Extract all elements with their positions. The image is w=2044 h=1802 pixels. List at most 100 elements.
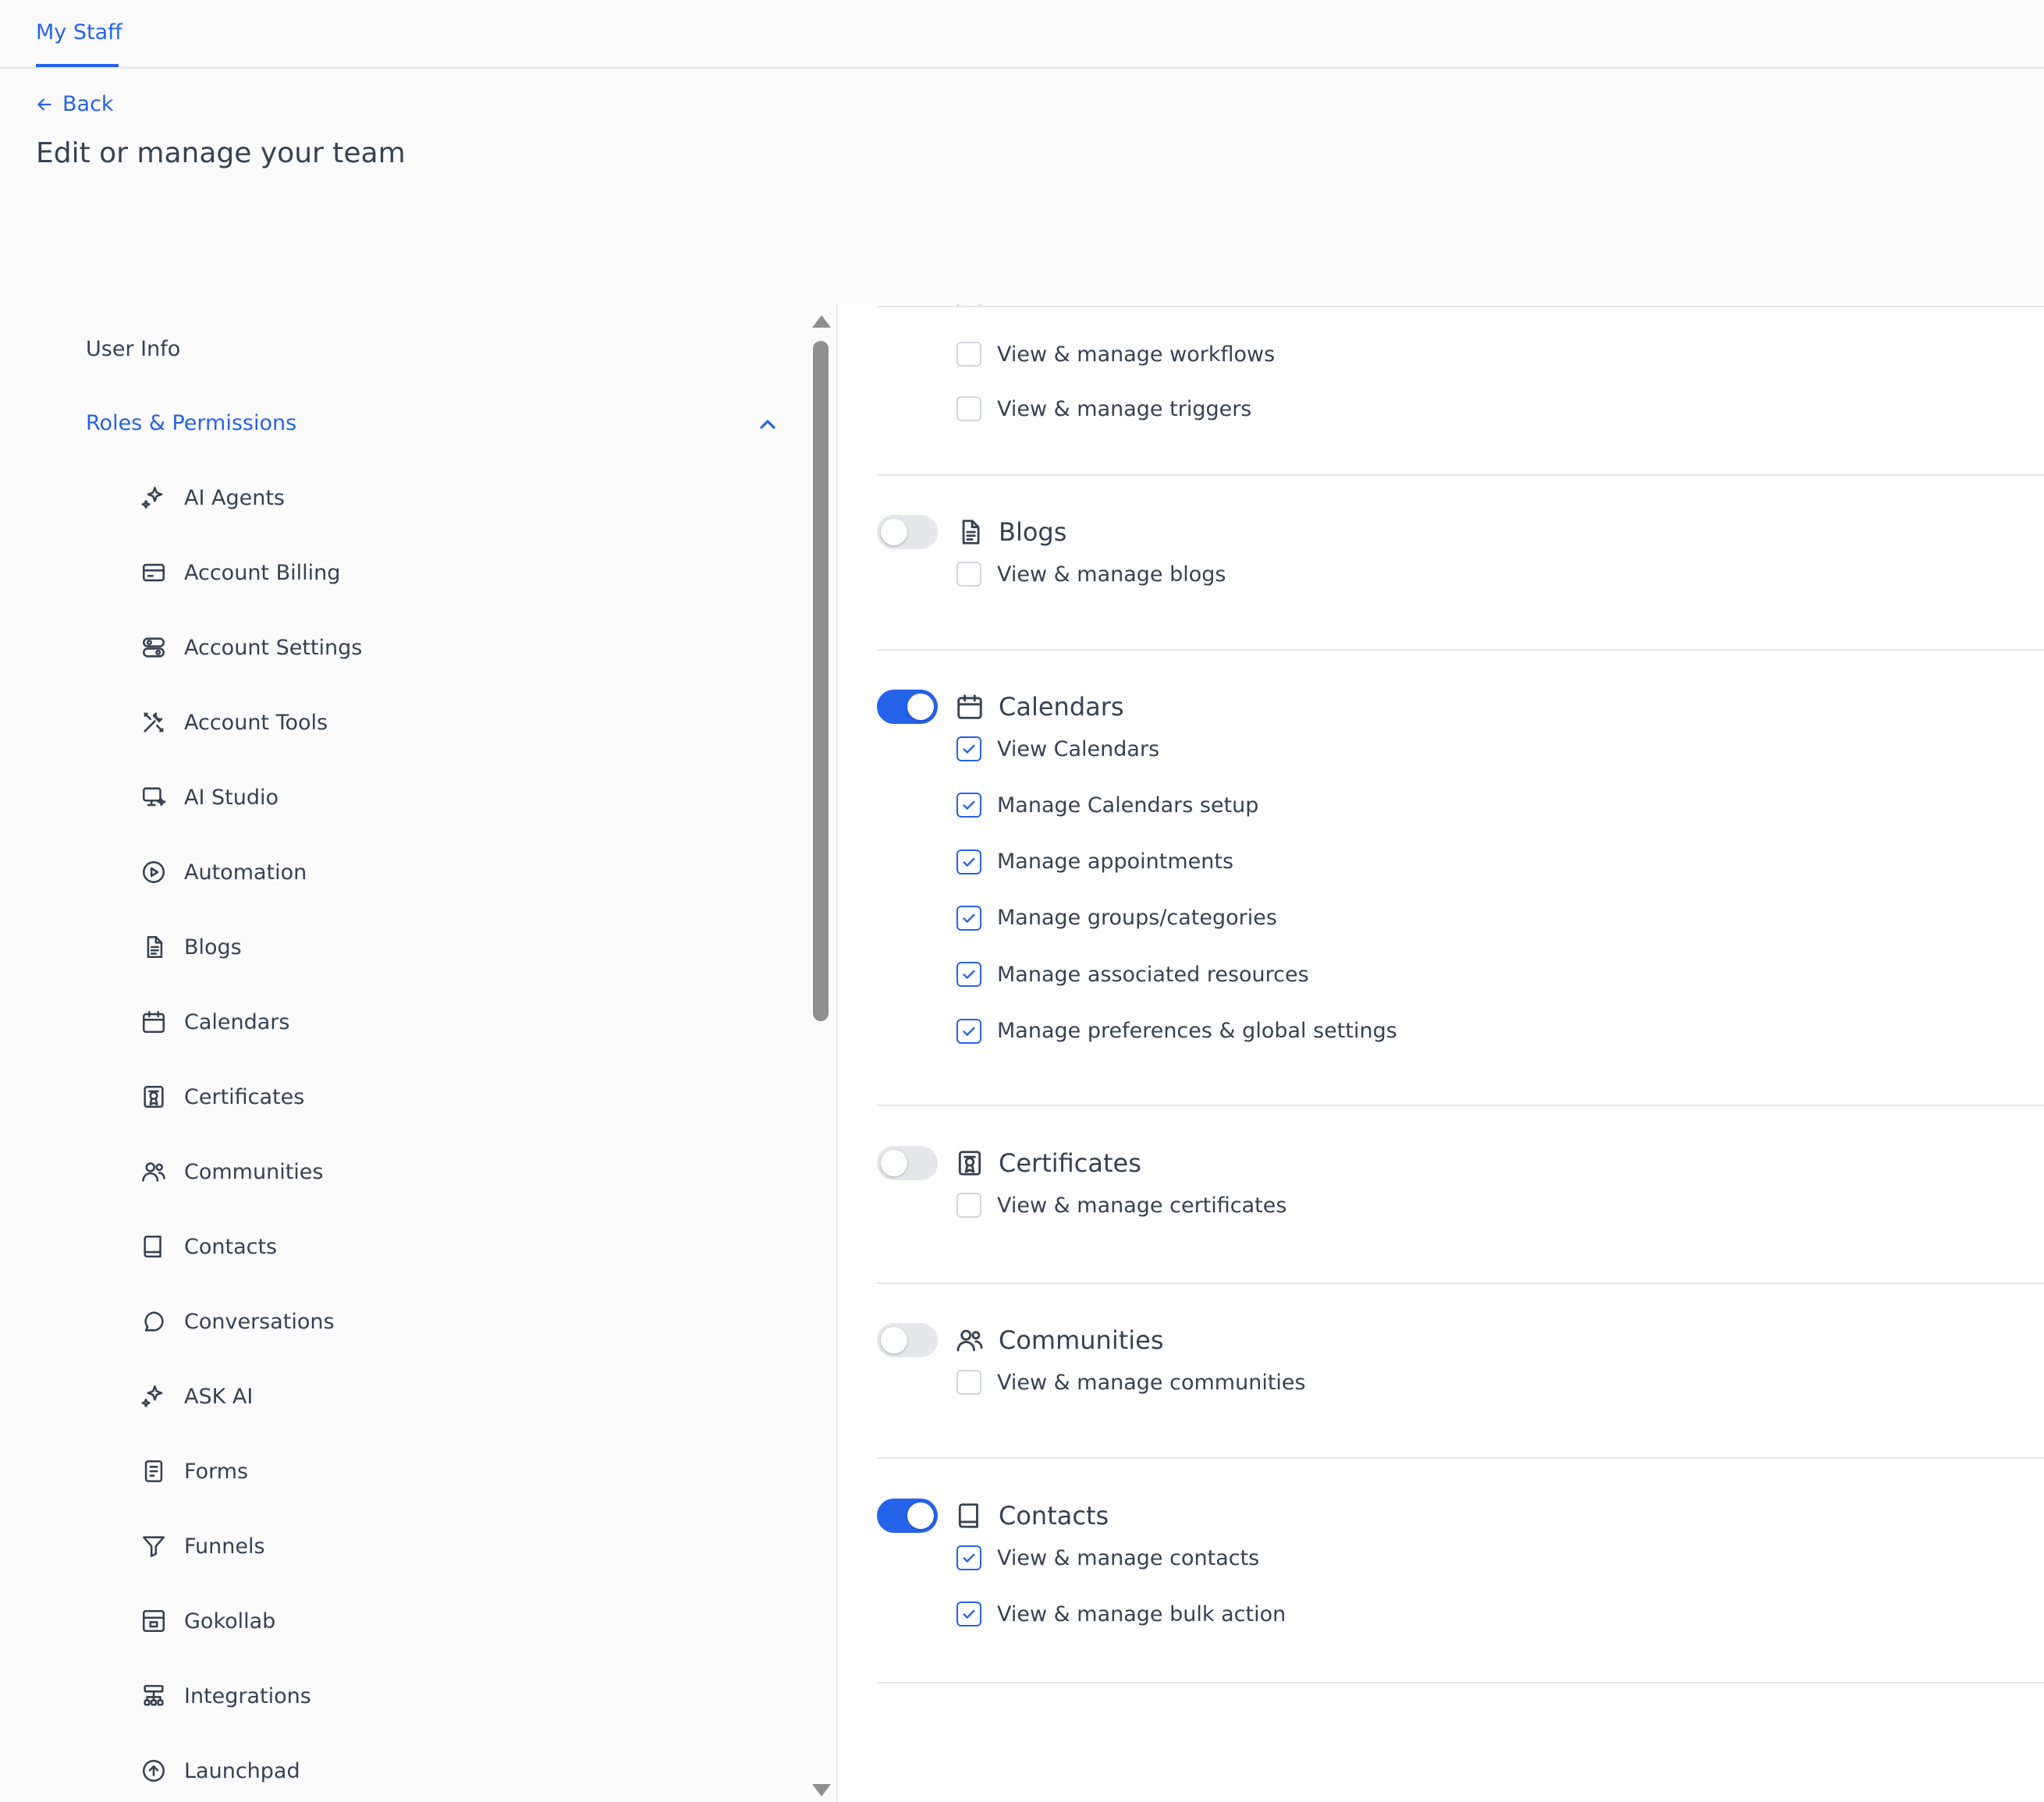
permission-group-certificates: Certificates bbox=[877, 1143, 1141, 1183]
permission-group-toggle[interactable] bbox=[877, 515, 938, 549]
check-icon bbox=[963, 1027, 975, 1036]
permission-group-communities: Communities bbox=[877, 1320, 1164, 1360]
check-icon bbox=[963, 913, 975, 923]
sidebar-item-account-settings[interactable]: Account Settings bbox=[140, 626, 362, 669]
permission-row[interactable]: View & manage communities bbox=[956, 1367, 1306, 1398]
gokollab-icon bbox=[142, 1609, 165, 1633]
divider bbox=[877, 649, 2044, 651]
permission-group-contacts: Contacts bbox=[877, 1495, 1109, 1536]
sidebar-item-integrations[interactable]: Integrations bbox=[140, 1674, 311, 1718]
check-icon bbox=[963, 970, 975, 979]
permission-label: View & manage workflows bbox=[997, 342, 1276, 367]
back-label: Back bbox=[62, 92, 114, 116]
permission-checkbox[interactable] bbox=[956, 562, 981, 587]
permission-row[interactable]: View & manage bulk action bbox=[956, 1598, 1286, 1630]
scrollbar-thumb[interactable] bbox=[813, 341, 829, 1021]
permission-row[interactable]: Manage associated resources bbox=[956, 959, 1309, 990]
sidebar-item-blogs[interactable]: Blogs bbox=[140, 925, 242, 969]
permission-group-toggle[interactable] bbox=[877, 690, 938, 724]
permission-checkbox[interactable] bbox=[956, 905, 981, 931]
permission-checkbox[interactable] bbox=[956, 962, 981, 988]
permission-checkbox[interactable] bbox=[956, 1545, 981, 1570]
sidebar-section-roles-permissions[interactable]: Roles & Permissions bbox=[86, 411, 296, 435]
permission-label: View & manage blogs bbox=[997, 562, 1226, 587]
toggle-knob bbox=[881, 1150, 907, 1176]
permission-label: Manage appointments bbox=[997, 850, 1234, 874]
permission-row[interactable]: View & manage contacts bbox=[956, 1542, 1259, 1573]
sidebar-item-account-billing[interactable]: Account Billing bbox=[140, 551, 340, 594]
permission-label: View & manage bulk action bbox=[997, 1602, 1286, 1626]
permission-checkbox[interactable] bbox=[956, 342, 981, 367]
permission-checkbox[interactable] bbox=[956, 396, 981, 421]
permissions-panel: View & manage workflows View & manage tri… bbox=[836, 304, 2044, 1802]
divider bbox=[877, 306, 2044, 307]
permission-label: Manage associated resources bbox=[997, 962, 1309, 987]
sidebar-item-label: Automation bbox=[184, 860, 307, 885]
sidebar-item-funnels[interactable]: Funnels bbox=[140, 1524, 265, 1568]
permission-checkbox[interactable] bbox=[956, 736, 981, 761]
sidebar-item-label: Gokollab bbox=[184, 1609, 276, 1634]
permission-group-blogs: Blogs bbox=[877, 512, 1066, 552]
permission-checkbox[interactable] bbox=[956, 1193, 981, 1218]
permission-row[interactable]: Manage preferences & global settings bbox=[956, 1016, 1397, 1047]
sidebar-item-ask-ai[interactable]: ASK AI bbox=[140, 1375, 253, 1418]
sidebar-item-label: Integrations bbox=[184, 1683, 311, 1708]
permission-label: View Calendars bbox=[997, 736, 1160, 761]
permission-checkbox[interactable] bbox=[956, 849, 981, 874]
tab-my-staff[interactable]: My Staff bbox=[36, 20, 122, 44]
arrow-left-icon bbox=[37, 98, 51, 111]
tools-icon bbox=[144, 712, 164, 733]
sparkles-icon bbox=[141, 1385, 163, 1408]
permission-group-title: Blogs bbox=[999, 517, 1067, 547]
permission-row[interactable]: Manage appointments bbox=[956, 846, 1233, 878]
sidebar-item-ai-agents[interactable]: AI Agents bbox=[140, 476, 285, 520]
sidebar-item-forms[interactable]: Forms bbox=[140, 1449, 248, 1493]
divider bbox=[877, 1682, 2044, 1683]
permission-group-toggle[interactable] bbox=[877, 1323, 938, 1357]
permission-row[interactable]: View & manage workflows bbox=[956, 339, 1275, 370]
sidebar-item-label: Funnels bbox=[184, 1534, 265, 1559]
sidebar-item-ai-studio[interactable]: AI Studio bbox=[140, 775, 279, 819]
permission-row[interactable]: View Calendars bbox=[956, 733, 1159, 764]
sidebar-item-label: Communities bbox=[184, 1159, 324, 1184]
sidebar-item-contacts[interactable]: Contacts bbox=[140, 1225, 277, 1268]
page-title: Edit or manage your team bbox=[36, 137, 406, 169]
sidebar-item-calendars[interactable]: Calendars bbox=[140, 1000, 289, 1044]
back-link[interactable]: Back bbox=[34, 92, 114, 116]
permission-checkbox[interactable] bbox=[956, 1370, 981, 1395]
permission-row[interactable]: View & manage triggers bbox=[956, 393, 1251, 424]
permission-row[interactable]: View & manage certificates bbox=[956, 1190, 1286, 1221]
permission-group-title: Calendars bbox=[999, 692, 1124, 722]
document-icon bbox=[147, 935, 163, 959]
permission-row[interactable]: View & manage blogs bbox=[956, 559, 1226, 590]
permission-row[interactable]: Manage groups/categories bbox=[956, 903, 1277, 934]
sidebar-item-gokollab[interactable]: Gokollab bbox=[140, 1599, 275, 1643]
permission-checkbox[interactable] bbox=[956, 793, 981, 818]
tabs-bar: My Staff bbox=[0, 0, 2044, 69]
book-icon bbox=[958, 1503, 978, 1528]
toggle-knob bbox=[881, 1327, 907, 1353]
permission-group-toggle[interactable] bbox=[877, 1499, 938, 1533]
sidebar-item-label: AI Studio bbox=[184, 785, 279, 810]
sidebar-item-launchpad[interactable]: Launchpad bbox=[140, 1749, 300, 1793]
permission-label: View & manage certificates bbox=[997, 1193, 1287, 1218]
check-icon bbox=[963, 744, 975, 754]
permission-group-toggle[interactable] bbox=[877, 1146, 938, 1180]
sidebar-item-label: Launchpad bbox=[184, 1758, 300, 1783]
permission-group-title: Contacts bbox=[999, 1501, 1109, 1531]
sidebar-item-user-info[interactable]: User Info bbox=[86, 337, 180, 361]
sidebar-item-conversations[interactable]: Conversations bbox=[140, 1300, 335, 1343]
sidebar-item-communities[interactable]: Communities bbox=[140, 1150, 323, 1194]
sidebar-item-certificates[interactable]: Certificates bbox=[140, 1075, 304, 1119]
scroll-up-arrow[interactable] bbox=[812, 315, 831, 328]
permission-checkbox[interactable] bbox=[956, 1602, 981, 1627]
permission-row[interactable]: Manage Calendars setup bbox=[956, 789, 1258, 821]
permission-checkbox[interactable] bbox=[956, 1018, 981, 1044]
sidebar-item-label: Account Settings bbox=[184, 635, 363, 660]
sidebar: User Info Roles & Permissions AI Agents A… bbox=[0, 304, 804, 1802]
scroll-down-arrow[interactable] bbox=[812, 1784, 831, 1797]
sidebar-item-account-tools[interactable]: Account Tools bbox=[140, 701, 328, 744]
check-icon bbox=[963, 800, 975, 811]
chevron-up-icon[interactable] bbox=[755, 412, 780, 437]
sidebar-item-automation[interactable]: Automation bbox=[140, 850, 307, 894]
